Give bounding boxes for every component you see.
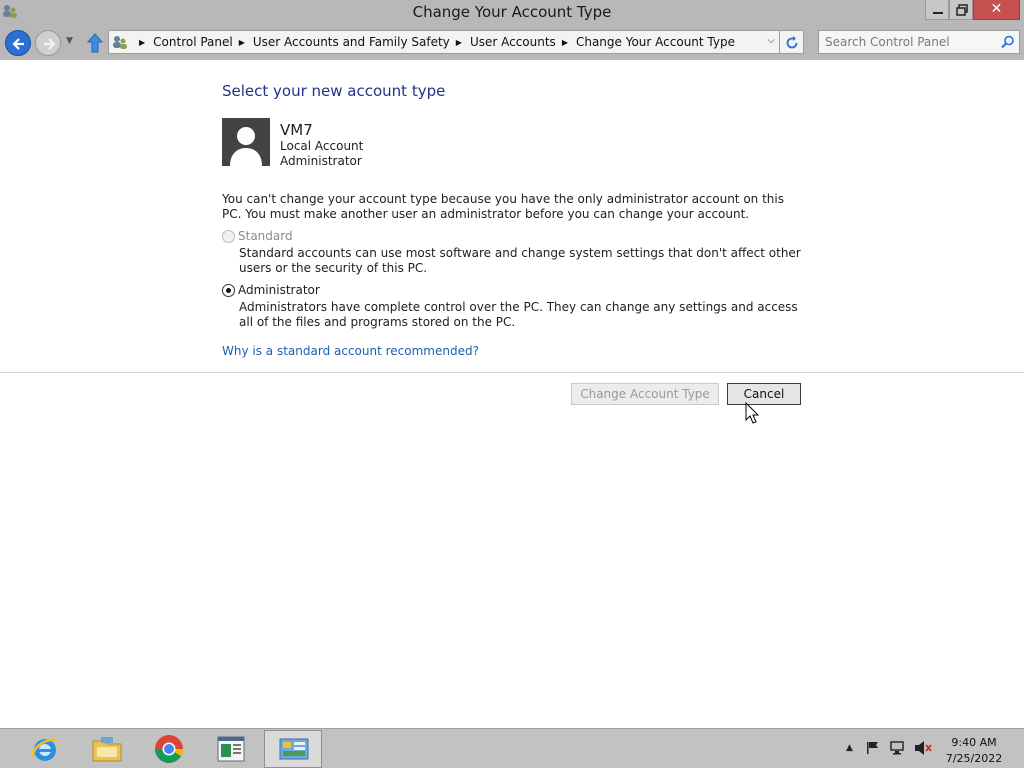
title-bar: Change Your Account Type ✕ <box>0 0 1024 26</box>
search-box[interactable] <box>818 30 1020 54</box>
refresh-button[interactable] <box>780 30 804 54</box>
restore-icon <box>956 4 968 16</box>
arrow-right-icon <box>44 38 56 50</box>
taskbar-file-explorer[interactable] <box>78 730 136 768</box>
breadcrumb: ▶ Control Panel ▶ User Accounts and Family … <box>133 35 735 49</box>
chevron-right-icon[interactable]: ▶ <box>562 38 568 47</box>
network-icon[interactable] <box>890 740 906 756</box>
administrator-description: Administrators have complete control ove… <box>239 300 798 329</box>
administrator-radio[interactable] <box>222 284 235 297</box>
taskbar-document-viewer[interactable] <box>202 730 260 768</box>
close-button[interactable]: ✕ <box>973 0 1020 20</box>
minimize-icon <box>933 12 943 14</box>
standard-description: Standard accounts can use most software … <box>239 246 801 275</box>
divider <box>0 372 1024 373</box>
recent-locations-chevron-icon[interactable]: ▼ <box>66 36 73 46</box>
cancel-button[interactable]: Cancel <box>727 383 801 405</box>
page-title: Select your new account type <box>222 82 446 100</box>
folder-icon <box>92 737 122 762</box>
control-panel-icon <box>113 36 127 49</box>
chevron-right-icon[interactable]: ▶ <box>456 38 462 47</box>
standard-radio[interactable] <box>222 230 235 243</box>
refresh-icon <box>786 36 798 49</box>
administrator-label: Administrator <box>238 283 320 297</box>
close-icon: ✕ <box>990 1 1003 17</box>
standard-account-help-link[interactable]: Why is a standard account recommended? <box>222 344 479 358</box>
taskbar-chrome[interactable] <box>140 730 198 768</box>
user-role: Administrator <box>280 154 362 168</box>
admin-notice: You can't change your account type becau… <box>222 192 784 221</box>
standard-label: Standard <box>238 229 293 243</box>
taskbar-internet-explorer[interactable] <box>16 730 74 768</box>
user-account-type: Local Account <box>280 139 364 153</box>
clock-time: 9:40 AM <box>951 736 997 749</box>
window-title: Change Your Account Type <box>412 3 612 21</box>
up-arrow-icon[interactable] <box>86 32 104 54</box>
chevron-right-icon[interactable]: ▶ <box>139 38 145 47</box>
chrome-icon <box>155 735 183 763</box>
address-bar[interactable]: ▶ Control Panel ▶ User Accounts and Family … <box>108 30 780 54</box>
volume-muted-icon[interactable] <box>914 740 932 756</box>
action-center-flag-icon[interactable] <box>866 741 880 755</box>
breadcrumb-control-panel[interactable]: Control Panel <box>153 35 233 49</box>
document-icon <box>217 736 245 762</box>
change-account-type-button[interactable]: Change Account Type <box>571 383 719 405</box>
minimize-button[interactable] <box>925 0 949 20</box>
user-name: VM7 <box>280 121 313 139</box>
clock-date: 7/25/2022 <box>945 752 1003 765</box>
user-avatar <box>222 118 270 166</box>
back-button[interactable] <box>5 30 31 56</box>
restore-button[interactable] <box>949 0 973 20</box>
search-icon[interactable] <box>1001 35 1015 49</box>
control-panel-icon <box>279 738 309 760</box>
mouse-cursor-icon <box>745 402 759 424</box>
navigation-bar: ▼ ▶ Control Panel ▶ User Accounts and Famil… <box>0 26 1024 60</box>
arrow-left-icon <box>12 38 24 50</box>
internet-explorer-icon <box>30 738 59 761</box>
address-dropdown-icon[interactable]: ⌵ <box>767 35 775 46</box>
show-hidden-icons-icon[interactable]: ▲ <box>846 743 853 753</box>
breadcrumb-current[interactable]: Change Your Account Type <box>576 35 735 49</box>
breadcrumb-user-accounts[interactable]: User Accounts <box>470 35 556 49</box>
search-input[interactable] <box>825 34 995 50</box>
breadcrumb-user-accounts-family-safety[interactable]: User Accounts and Family Safety <box>253 35 450 49</box>
system-clock[interactable]: 9:40 AM 7/25/2022 <box>944 735 1004 767</box>
taskbar-control-panel[interactable] <box>264 730 322 768</box>
forward-button[interactable] <box>35 30 61 56</box>
taskbar: ▲ 9:40 AM 7/25/2022 <box>0 728 1024 768</box>
chevron-right-icon[interactable]: ▶ <box>239 38 245 47</box>
user-silhouette-icon <box>230 127 262 166</box>
